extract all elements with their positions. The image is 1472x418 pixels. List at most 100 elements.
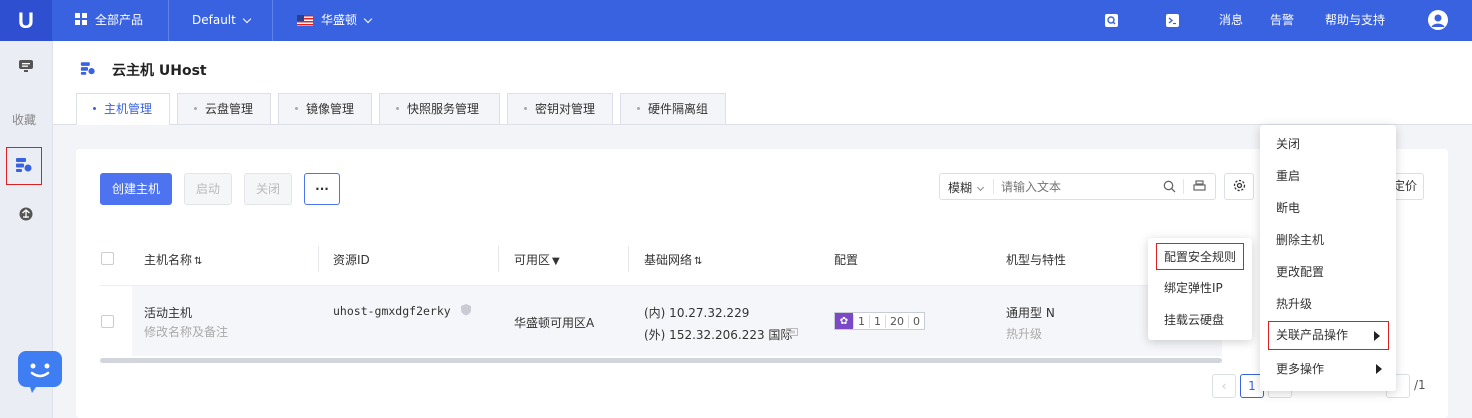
console-icon[interactable] [13,53,39,79]
search-icon[interactable] [1105,14,1118,27]
divider [1183,179,1184,194]
page-title: 云主机 UHost [112,63,207,79]
dot-icon [396,107,399,110]
edit-name-link[interactable]: 修改名称及备注 [144,323,228,340]
divider [498,246,499,272]
divider [272,0,273,41]
tab-disk-management[interactable]: 云盘管理 [177,93,271,124]
dot-icon [194,107,197,110]
tab-label: 硬件隔离组 [648,102,709,116]
uhost-nav-item[interactable] [6,147,42,185]
create-host-button[interactable]: 创建主机 [100,173,172,205]
messages-link[interactable]: 消息 [1219,0,1243,41]
tab-isolation-group[interactable]: 硬件隔离组 [620,93,726,124]
tab-keypair-management[interactable]: 密钥对管理 [507,93,613,124]
tab-snapshot-management[interactable]: 快照服务管理 [379,93,500,124]
menu-item-restart[interactable]: 重启 [1260,160,1396,192]
ucloud-logo[interactable]: U [0,0,52,41]
all-products-menu[interactable]: 全部产品 [75,0,143,41]
us-flag-icon [297,2,313,43]
column-header-host-name[interactable]: 主机名称 ⇅ [144,251,202,268]
menu-item-label: 关联产品操作 [1276,328,1349,342]
gear-icon: ✿ [835,313,853,329]
horizontal-scrollbar[interactable] [100,358,1222,363]
more-actions-button[interactable]: ··· [304,173,340,205]
grid-icon [75,1,87,25]
tab-label: 镜像管理 [306,102,355,116]
zone-value: 华盛顿可用区A [514,316,595,330]
column-header-type-features: 机型与特性 [1006,253,1067,267]
project-selector[interactable]: Default [192,0,252,41]
host-name: 活动主机 [144,306,193,320]
menu-item-attach-disk[interactable]: 挂载云硬盘 [1148,304,1252,336]
menu-item-power-off[interactable]: 断电 [1260,192,1396,224]
resource-id: uhost-gmxdgf2erky [333,304,451,318]
terminal-icon[interactable] [1166,14,1179,27]
alerts-link[interactable]: 告警 [1270,0,1294,41]
search-mode-select[interactable]: 模糊 [948,179,985,196]
help-support-link[interactable]: 帮助与支持 [1325,0,1385,41]
menu-item-bind-eip[interactable]: 绑定弹性IP [1148,272,1252,304]
sort-icon[interactable]: ⇅ [694,256,702,267]
menu-item-shutdown[interactable]: 关闭 [1260,128,1396,160]
tab-label: 密钥对管理 [535,102,596,116]
table-row[interactable] [132,286,1222,356]
column-header-basic-network[interactable]: 基础网络 ⇅ [644,251,702,268]
user-avatar-icon[interactable] [1428,10,1448,30]
shield-icon [460,303,472,319]
divider [628,246,629,272]
menu-item-more-operations[interactable]: 更多操作 [1260,353,1396,385]
external-ip: (外) 152.32.206.223 国际 [644,328,793,342]
menu-item-security-rules[interactable]: 配置安全规则 [1148,241,1252,273]
filter-icon[interactable]: ▼ [552,256,560,267]
spec-disk: 20 [885,314,908,328]
header-label: 可用区 [514,253,551,267]
monitor-icon[interactable] [786,327,798,341]
tab-label: 快照服务管理 [407,102,480,116]
chat-assistant-button[interactable] [18,351,62,393]
row-checkbox[interactable] [101,315,114,328]
config-spec: ✿ 1 1 20 0 [834,312,925,330]
start-button[interactable]: 启动 [184,173,232,205]
search-icon[interactable] [1163,180,1176,196]
header-label: 主机名称 [144,253,193,267]
menu-item-hot-upgrade[interactable]: 热升级 [1260,288,1396,320]
menu-item-label: 更多操作 [1276,362,1325,376]
more-actions-menu: 关闭 重启 断电 删除主机 更改配置 热升级 关联产品操作 更多操作 [1260,125,1396,391]
region-label: 华盛顿 [321,13,358,27]
menu-item-change-config[interactable]: 更改配置 [1260,256,1396,288]
sort-icon[interactable]: ⇅ [194,256,202,267]
spec-gpu: 0 [908,314,924,328]
header-label: 基础网络 [644,253,693,267]
tab-underline [53,124,1472,125]
search-input[interactable] [1001,177,1151,197]
printer-icon[interactable] [1193,180,1206,195]
network-icon[interactable] [13,201,39,227]
tab-host-management[interactable]: 主机管理 [76,93,170,125]
column-header-config: 配置 [834,253,859,267]
favorites-label[interactable]: 收藏 [12,111,36,128]
dot-icon [295,107,298,110]
tab-label: 主机管理 [104,102,153,116]
settings-button[interactable] [1224,173,1254,200]
dot-icon [524,107,527,110]
dot-icon [637,107,640,110]
spec-cpu: 1 [853,314,869,328]
uhost-icon [15,157,33,176]
machine-type: 通用型 N [1006,306,1055,320]
chevron-down-icon [242,14,252,24]
uhost-icon [80,61,96,79]
chevron-down-icon [363,14,373,24]
caret-right-icon [1376,364,1382,374]
chevron-down-icon [976,183,985,192]
select-all-checkbox[interactable] [101,252,114,265]
menu-item-related-products[interactable]: 关联产品操作 [1268,321,1389,350]
tab-image-management[interactable]: 镜像管理 [278,93,372,124]
column-header-zone[interactable]: 可用区 ▼ [514,251,560,268]
prev-page-button[interactable]: ‹ [1212,374,1236,398]
menu-item-delete-host[interactable]: 删除主机 [1260,224,1396,256]
project-label: Default [192,13,236,27]
stop-button[interactable]: 关闭 [244,173,292,205]
region-selector[interactable]: 华盛顿 [297,0,373,43]
tab-label: 云盘管理 [205,102,254,116]
